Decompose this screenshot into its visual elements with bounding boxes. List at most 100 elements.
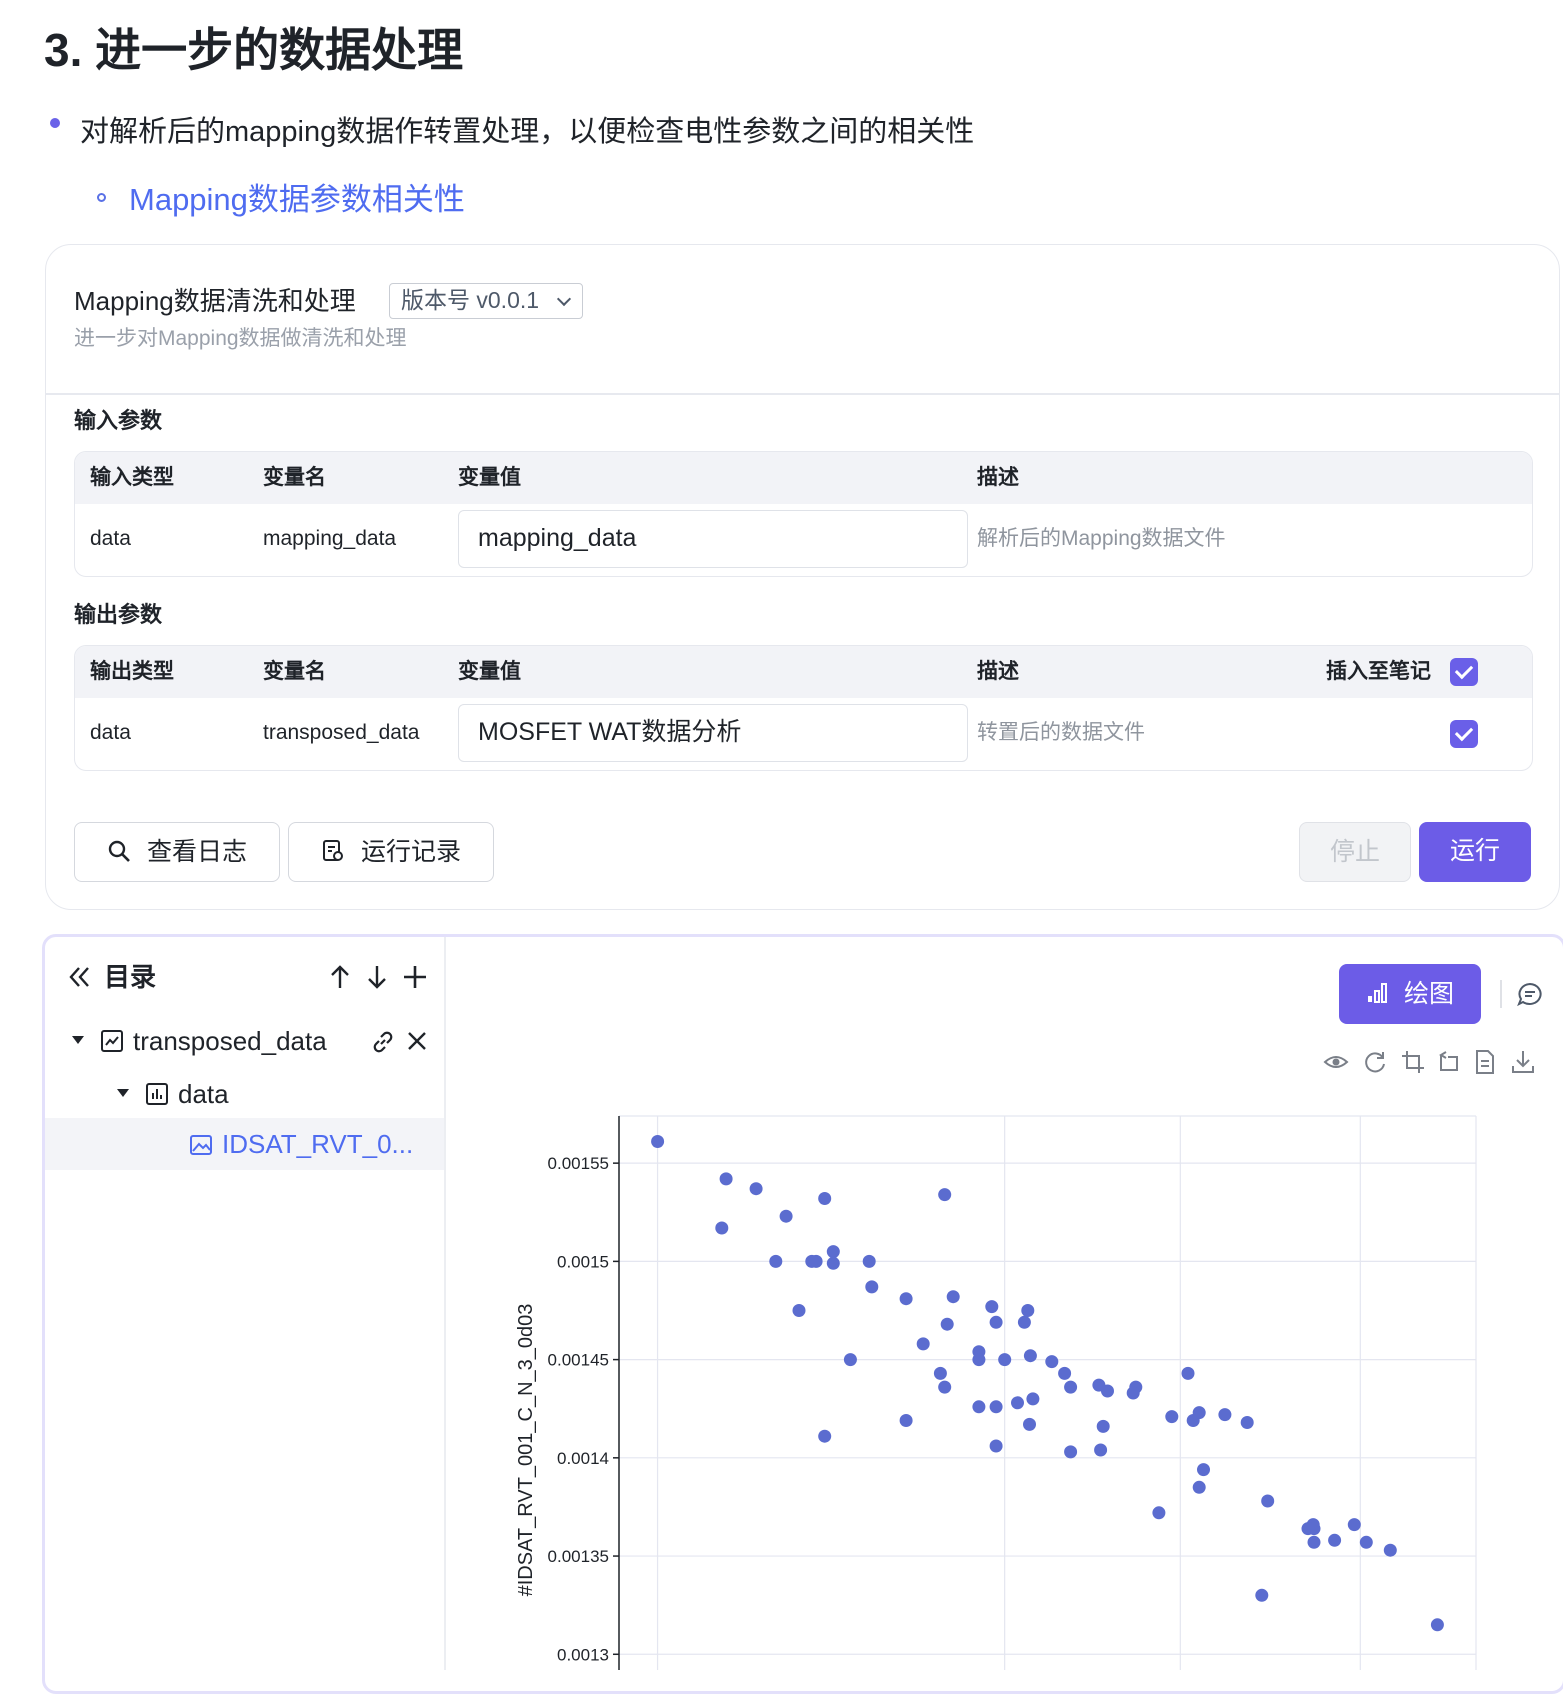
input-value-field[interactable]: mapping_data [458,510,968,568]
output-params-label: 输出参数 [74,602,163,627]
run-button[interactable]: 运行 [1419,822,1531,882]
y-tick-label: 0.0015 [557,1252,609,1271]
header-var-name: 变量名 [263,466,326,489]
add-icon[interactable] [402,964,428,990]
section-heading: 3. 进一步的数据处理 [44,24,464,76]
view-log-label: 查看日志 [146,838,247,866]
scatter-point [865,1280,879,1294]
bar-chart-icon [1367,983,1387,1004]
scatter-point [1045,1355,1059,1369]
scatter-point [826,1245,840,1259]
scatter-point [972,1353,986,1367]
output-name-cell: transposed_data [263,721,420,744]
download-icon[interactable] [1510,1049,1536,1075]
view-log-button[interactable]: 查看日志 [74,822,280,882]
arrow-down-icon[interactable] [365,964,389,990]
chevron-down-icon [556,291,572,307]
tree-item-data[interactable]: data [178,1077,229,1111]
header-var-name: 变量名 [263,660,326,683]
scatter-point [946,1290,960,1304]
scatter-point [938,1380,952,1394]
scatter-point [805,1254,819,1268]
scatter-point [1011,1396,1024,1410]
scatter-point [1430,1618,1444,1632]
y-axis-label: #IDSAT_RVT_001_C_N_3_0d03 [515,1304,537,1597]
scatter-point [1181,1366,1195,1380]
scatter-point [899,1414,913,1427]
scatter-point [749,1182,763,1196]
intro-text: 对解析后的mapping数据作转置处理，以便检查电性参数之间的相关性 [80,116,975,148]
document-icon[interactable] [1472,1049,1498,1075]
card-title: Mapping数据清洗和处理 [74,286,356,316]
crop-alt-icon[interactable] [1436,1049,1462,1075]
header-desc: 描述 [977,660,1019,683]
scatter-point [826,1256,840,1270]
data-points [651,1135,1444,1632]
draw-chart-button[interactable]: 绘图 [1339,964,1481,1024]
table-data-icon [146,1083,168,1105]
version-label: 版本号 v0.0.1 [401,287,540,313]
sub-bullet-circle [97,193,106,202]
scatter-point [1101,1384,1114,1398]
scatter-point [899,1292,913,1306]
correlation-link[interactable]: Mapping数据参数相关性 [129,180,465,220]
expand-caret-icon[interactable] [72,1036,84,1044]
insert-note-checkbox[interactable] [1450,720,1478,748]
link-icon[interactable] [370,1029,396,1055]
scatter-point [1096,1419,1110,1433]
input-name-cell: mapping_data [263,527,397,550]
scatter-point [1261,1494,1275,1508]
scatter-point [1307,1535,1321,1549]
header-insert-note: 插入至笔记 [1326,660,1431,683]
scatter-point [769,1254,783,1268]
table-header: 输出类型 变量名 变量值 描述 插入至笔记 [75,646,1532,698]
scatter-point [1023,1417,1036,1431]
scatter-point [1359,1535,1373,1549]
card-subtitle: 进一步对Mapping数据做清洗和处理 [74,327,407,350]
y-tick-label: 0.0013 [557,1645,609,1664]
refresh-icon[interactable] [1362,1049,1388,1075]
scatter-point [972,1400,986,1414]
y-tick-label: 0.00155 [548,1154,609,1173]
scatter-point [940,1317,954,1331]
input-params-label: 输入参数 [74,408,163,433]
collapse-sidebar-icon[interactable] [68,966,92,988]
expand-caret-icon[interactable] [117,1089,129,1097]
scatter-point [719,1172,733,1186]
run-history-label: 运行记录 [360,838,461,866]
image-icon [190,1135,212,1155]
table-header: 输入类型 变量名 变量值 描述 [75,452,1532,504]
insert-all-checkbox[interactable] [1450,658,1478,686]
comment-icon[interactable] [1516,981,1544,1007]
toolbar-separator [1500,980,1502,1008]
scatter-point [1058,1366,1072,1380]
scatter-point [938,1188,952,1202]
scatter-point [1192,1480,1206,1494]
y-tick-label: 0.0014 [557,1449,609,1468]
scatter-point [818,1429,832,1443]
output-params-table: 输出类型 变量名 变量值 描述 插入至笔记 data transposed_da… [74,645,1533,771]
y-tick-labels: 0.00155 0.0015 0.00145 0.0014 0.00135 0.0013 [548,1154,619,1664]
arrow-up-icon[interactable] [328,964,352,990]
scatter-point [651,1135,665,1148]
input-desc-cell: 解析后的Mapping数据文件 [977,527,1226,550]
tree-item-root[interactable]: transposed_data [133,1024,327,1058]
card-divider [46,393,1559,395]
run-history-button[interactable]: 运行记录 [288,822,494,882]
input-params-table: 输入类型 变量名 变量值 描述 data mapping_data mappin… [74,451,1533,577]
version-select[interactable]: 版本号 v0.0.1 [389,283,583,319]
scatter-point [989,1315,1003,1329]
output-value-field[interactable]: MOSFET WAT数据分析 [458,704,968,762]
header-output-type: 输出类型 [90,660,174,683]
scatter-point [1165,1410,1179,1424]
chart-file-icon [101,1030,123,1052]
scatter-plot: 0.001550.00150.001450.00140.001350.0013 … [515,1115,1477,1670]
eye-icon[interactable] [1323,1049,1349,1075]
tree-item-leaf[interactable]: IDSAT_RVT_0... [222,1127,413,1161]
header-var-value: 变量值 [458,660,521,683]
close-icon[interactable] [406,1030,428,1052]
scatter-point [1255,1588,1269,1602]
y-tick-label: 0.00135 [548,1547,609,1566]
stop-button[interactable]: 停止 [1299,822,1411,882]
crop-icon[interactable] [1400,1049,1426,1075]
